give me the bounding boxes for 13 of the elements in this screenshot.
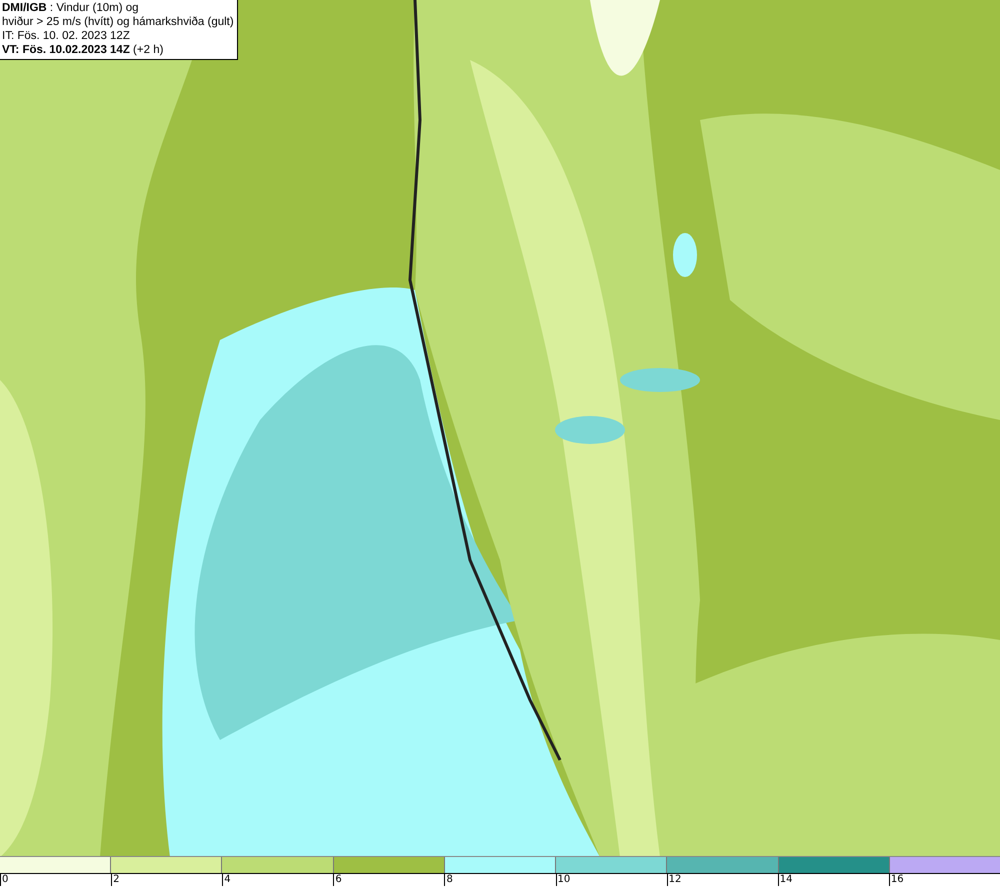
legend-label: 16 [888,874,904,886]
legend-label: 8 [444,874,453,886]
legend-label: 10 [556,874,570,886]
legend-label: 2 [111,874,120,886]
info-text: hviður > 25 m/s (hvítt) og hámarkshviða (gult) [2,15,234,29]
info-text: IT: Fös. 10. 02. 2023 12Z [2,29,131,43]
legend-label: 14 [778,874,792,886]
legend-label: 0 [0,874,8,886]
info-text: DMI/IGB : Vindur (10m) og [2,1,140,15]
legend-label: 12 [666,874,682,886]
info-text: VT: Fös. 10.02.2023 14Z (+2 h) [2,43,164,57]
legend-label: 6 [333,874,342,886]
legend-label: 4 [222,874,231,886]
